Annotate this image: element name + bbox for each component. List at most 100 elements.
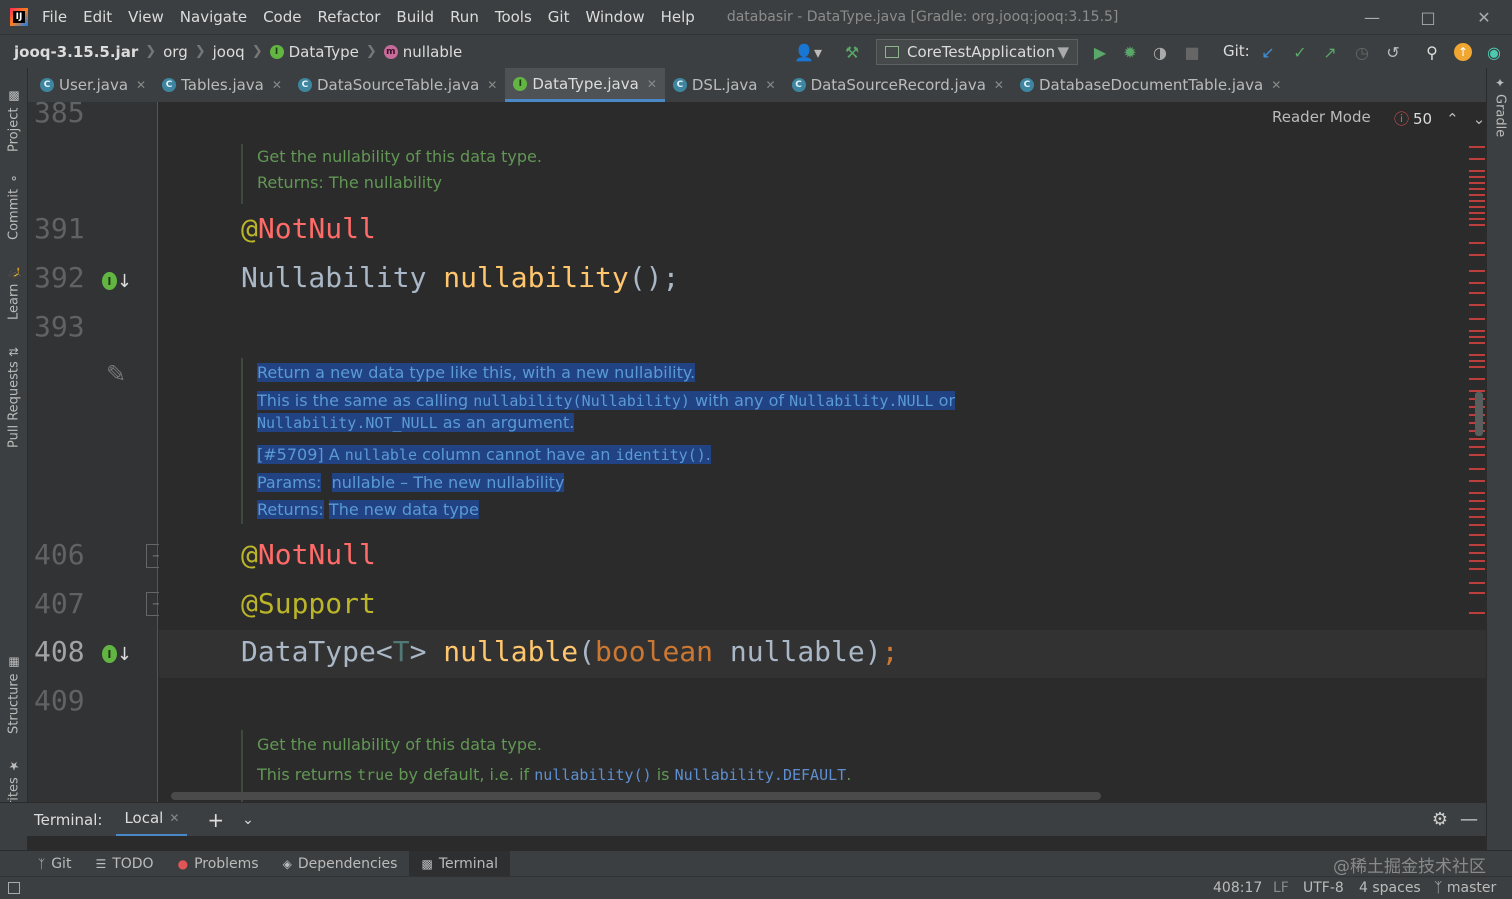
update-icon[interactable]: ↑ — [1453, 42, 1473, 62]
error-marker[interactable] — [1469, 318, 1485, 320]
tab-datatype-java[interactable]: I DataType.java ✕ — [505, 68, 665, 102]
tool-gradle[interactable]: ✦ Gradle — [1488, 76, 1512, 146]
tab-datasourcerecord-java[interactable]: C DataSourceRecord.java ✕ — [784, 68, 1012, 102]
build-hammer-icon[interactable]: ⚒ — [842, 42, 862, 62]
implemented-method-icon[interactable]: I ↓ — [102, 266, 132, 296]
close-tab-icon[interactable]: ✕ — [487, 78, 497, 92]
coverage-icon[interactable]: ◑ — [1150, 42, 1170, 62]
error-marker[interactable] — [1469, 568, 1485, 570]
tab-datasourcetable-java[interactable]: C DataSourceTable.java ✕ — [290, 68, 505, 102]
error-marker[interactable] — [1469, 282, 1485, 284]
close-tab-icon[interactable]: ✕ — [1271, 78, 1281, 92]
error-marker[interactable] — [1469, 188, 1485, 190]
tab-dsl-java[interactable]: C DSL.java ✕ — [665, 68, 784, 102]
maximize-icon[interactable]: □ — [1400, 0, 1456, 34]
breadcrumb-jooq[interactable]: jooq — [213, 43, 245, 61]
error-marker[interactable] — [1469, 468, 1485, 470]
error-marker[interactable] — [1469, 582, 1485, 584]
rollback-icon[interactable]: ↺ — [1383, 42, 1403, 62]
close-tab-icon[interactable]: ✕ — [647, 77, 657, 91]
git-update-icon[interactable]: ↙ — [1258, 42, 1278, 62]
error-marker[interactable] — [1469, 176, 1485, 178]
error-marker[interactable] — [1469, 492, 1485, 494]
vertical-scrollbar-thumb[interactable] — [1475, 392, 1483, 436]
breadcrumb-datatype[interactable]: I DataType — [269, 43, 359, 61]
terminal-tab-local[interactable]: Local ✕ — [116, 803, 188, 837]
error-marker-stripe[interactable] — [1469, 142, 1485, 622]
tool-project[interactable]: Project ▩ — [2, 76, 26, 152]
close-tab-icon[interactable]: ✕ — [272, 78, 282, 92]
close-tab-icon[interactable]: ✕ — [994, 78, 1004, 92]
close-tab-icon[interactable]: ✕ — [766, 78, 776, 92]
minimize-icon[interactable]: — — [1344, 0, 1400, 34]
menu-tools[interactable]: Tools — [495, 8, 532, 26]
hide-panel-icon[interactable]: — — [1460, 809, 1478, 830]
git-push-icon[interactable]: ↗ — [1320, 42, 1340, 62]
error-marker[interactable] — [1469, 224, 1485, 226]
code-editor[interactable]: Reader Mode ⓘ 50 ⌃ ⌄ Get the nullability… — [159, 102, 1486, 802]
git-commit-icon[interactable]: ✓ — [1290, 42, 1310, 62]
error-marker[interactable] — [1469, 200, 1485, 202]
error-marker[interactable] — [1469, 158, 1485, 160]
doc-link[interactable]: Nullability.DEFAULT — [675, 766, 847, 784]
error-marker[interactable] — [1469, 354, 1485, 356]
tool-todo[interactable]: ☰ TODO — [83, 851, 165, 877]
error-marker[interactable] — [1469, 454, 1485, 456]
error-marker[interactable] — [1469, 146, 1485, 148]
error-marker[interactable] — [1469, 342, 1485, 344]
error-marker[interactable] — [1469, 218, 1485, 220]
menu-build[interactable]: Build — [396, 8, 434, 26]
error-marker[interactable] — [1469, 552, 1485, 554]
error-marker[interactable] — [1469, 242, 1485, 244]
menu-view[interactable]: View — [128, 8, 164, 26]
error-marker[interactable] — [1469, 516, 1485, 518]
tool-dependencies[interactable]: ◈ Dependencies — [271, 851, 410, 877]
run-configuration-select[interactable]: CoreTestApplication ▼ — [876, 39, 1078, 65]
error-marker[interactable] — [1469, 270, 1485, 272]
error-marker[interactable] — [1469, 544, 1485, 546]
error-marker[interactable] — [1469, 206, 1485, 208]
tool-pull-requests[interactable]: Pull Requests ⇅ — [2, 338, 26, 448]
tool-structure[interactable]: Structure ▦ — [2, 652, 26, 734]
error-marker[interactable] — [1469, 170, 1485, 172]
error-marker[interactable] — [1469, 292, 1485, 294]
close-tab-icon[interactable]: ✕ — [136, 78, 146, 92]
tab-databasedocumenttable-java[interactable]: C DatabaseDocumentTable.java ✕ — [1012, 68, 1289, 102]
indent-setting[interactable]: 4 spaces — [1359, 880, 1421, 896]
tool-learn[interactable]: Learn 🎓 — [2, 260, 26, 320]
new-terminal-plus-icon[interactable]: + — [207, 808, 224, 832]
doc-link[interactable]: nullability() — [534, 766, 651, 784]
error-marker[interactable] — [1469, 560, 1485, 562]
error-marker[interactable] — [1469, 336, 1485, 338]
terminal-body[interactable] — [28, 836, 1486, 850]
horizontal-scrollbar[interactable] — [171, 792, 1101, 800]
line-separator[interactable]: LF — [1273, 880, 1289, 896]
error-marker[interactable] — [1469, 446, 1485, 448]
tool-commit[interactable]: Commit ⚬ — [2, 164, 26, 240]
error-marker[interactable] — [1469, 360, 1485, 362]
tool-git[interactable]: ᛉ Git — [26, 851, 83, 877]
tab-tables-java[interactable]: C Tables.java ✕ — [154, 68, 290, 102]
plugin-icon[interactable]: ◉ — [1484, 42, 1504, 62]
menu-file[interactable]: File — [42, 8, 67, 26]
run-icon[interactable]: ▶ — [1090, 42, 1110, 62]
error-marker[interactable] — [1469, 438, 1485, 440]
stop-icon[interactable]: ■ — [1182, 42, 1202, 62]
error-marker[interactable] — [1469, 612, 1485, 614]
error-marker[interactable] — [1469, 500, 1485, 502]
git-branch[interactable]: ᛉ master — [1434, 880, 1496, 896]
close-icon[interactable]: ✕ — [1456, 0, 1512, 34]
edit-doc-pencil-icon[interactable]: ✎ — [106, 360, 126, 388]
error-marker[interactable] — [1469, 508, 1485, 510]
breadcrumb-jar[interactable]: jooq-3.15.5.jar — [14, 43, 138, 61]
menu-edit[interactable]: Edit — [83, 8, 112, 26]
menu-git[interactable]: Git — [548, 8, 570, 26]
error-marker[interactable] — [1469, 254, 1485, 256]
error-marker[interactable] — [1469, 524, 1485, 526]
error-marker[interactable] — [1469, 378, 1485, 380]
next-highlight-icon[interactable]: ⌄ — [1473, 110, 1486, 128]
tool-problems[interactable]: ● Problems — [166, 851, 271, 877]
close-tab-icon[interactable]: ✕ — [169, 811, 179, 825]
breadcrumb-org[interactable]: org — [163, 43, 188, 61]
menu-window[interactable]: Window — [585, 8, 644, 26]
